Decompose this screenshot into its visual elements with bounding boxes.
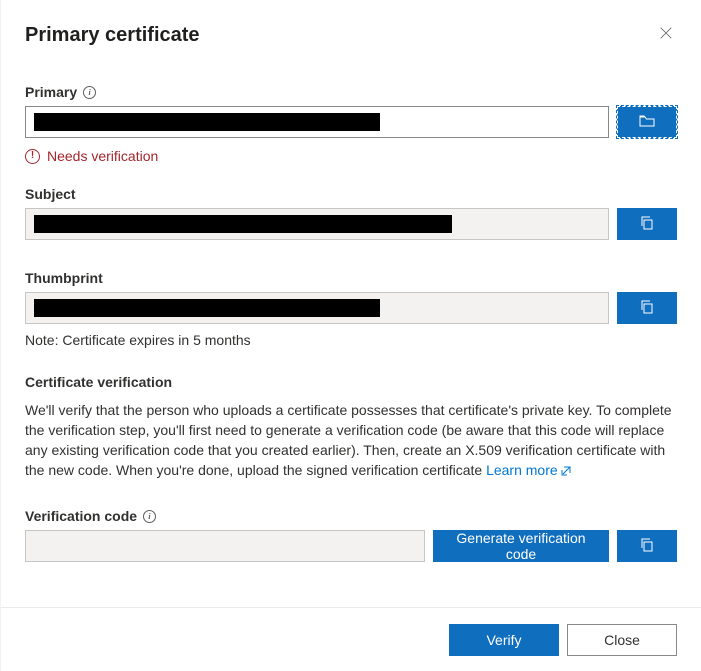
subject-input bbox=[25, 208, 609, 240]
verification-code-label-row: Verification code i bbox=[25, 508, 677, 524]
primary-value-redacted bbox=[34, 113, 380, 131]
verification-code-copy-button[interactable] bbox=[617, 530, 677, 562]
upload-button[interactable] bbox=[617, 106, 677, 138]
thumbprint-copy-button[interactable] bbox=[617, 292, 677, 324]
panel-header: Primary certificate bbox=[25, 22, 677, 48]
verification-heading: Certificate verification bbox=[25, 374, 677, 390]
expiry-note: Note: Certificate expires in 5 months bbox=[25, 332, 677, 348]
thumbprint-label: Thumbprint bbox=[25, 270, 677, 286]
error-icon: ! bbox=[25, 149, 40, 164]
primary-status: ! Needs verification bbox=[25, 148, 677, 164]
subject-value-redacted bbox=[34, 215, 452, 233]
learn-more-link[interactable]: Learn more bbox=[486, 462, 572, 478]
verification-code-label: Verification code bbox=[25, 508, 137, 524]
copy-icon bbox=[639, 537, 655, 556]
thumbprint-row bbox=[25, 292, 677, 324]
primary-input[interactable] bbox=[25, 106, 609, 138]
thumbprint-value-redacted bbox=[34, 299, 380, 317]
verify-button[interactable]: Verify bbox=[449, 624, 559, 656]
primary-label-row: Primary i bbox=[25, 84, 677, 100]
panel-title: Primary certificate bbox=[25, 24, 200, 47]
primary-label: Primary bbox=[25, 84, 77, 100]
subject-label: Subject bbox=[25, 186, 677, 202]
close-icon[interactable] bbox=[655, 22, 677, 48]
verification-description: We'll verify that the person who uploads… bbox=[25, 400, 677, 482]
generate-verification-code-button[interactable]: Generate verification code bbox=[433, 530, 609, 562]
thumbprint-input bbox=[25, 292, 609, 324]
close-button[interactable]: Close bbox=[567, 624, 677, 656]
info-icon[interactable]: i bbox=[83, 86, 96, 99]
verification-code-row: Generate verification code bbox=[25, 530, 677, 562]
subject-copy-button[interactable] bbox=[617, 208, 677, 240]
primary-status-text: Needs verification bbox=[47, 148, 158, 164]
note-text: Certificate expires in 5 months bbox=[62, 332, 250, 348]
open-folder-icon bbox=[639, 113, 655, 132]
copy-icon bbox=[639, 215, 655, 234]
verification-description-text: We'll verify that the person who uploads… bbox=[25, 402, 672, 478]
panel-footer: Verify Close bbox=[1, 607, 701, 671]
external-link-icon bbox=[560, 462, 572, 482]
subject-row bbox=[25, 208, 677, 240]
verification-code-input[interactable] bbox=[25, 530, 425, 562]
info-icon[interactable]: i bbox=[143, 510, 156, 523]
copy-icon bbox=[639, 299, 655, 318]
note-prefix: Note: bbox=[25, 332, 58, 348]
primary-certificate-panel: Primary certificate Primary i ! Needs ve… bbox=[0, 0, 701, 671]
primary-row bbox=[25, 106, 677, 138]
